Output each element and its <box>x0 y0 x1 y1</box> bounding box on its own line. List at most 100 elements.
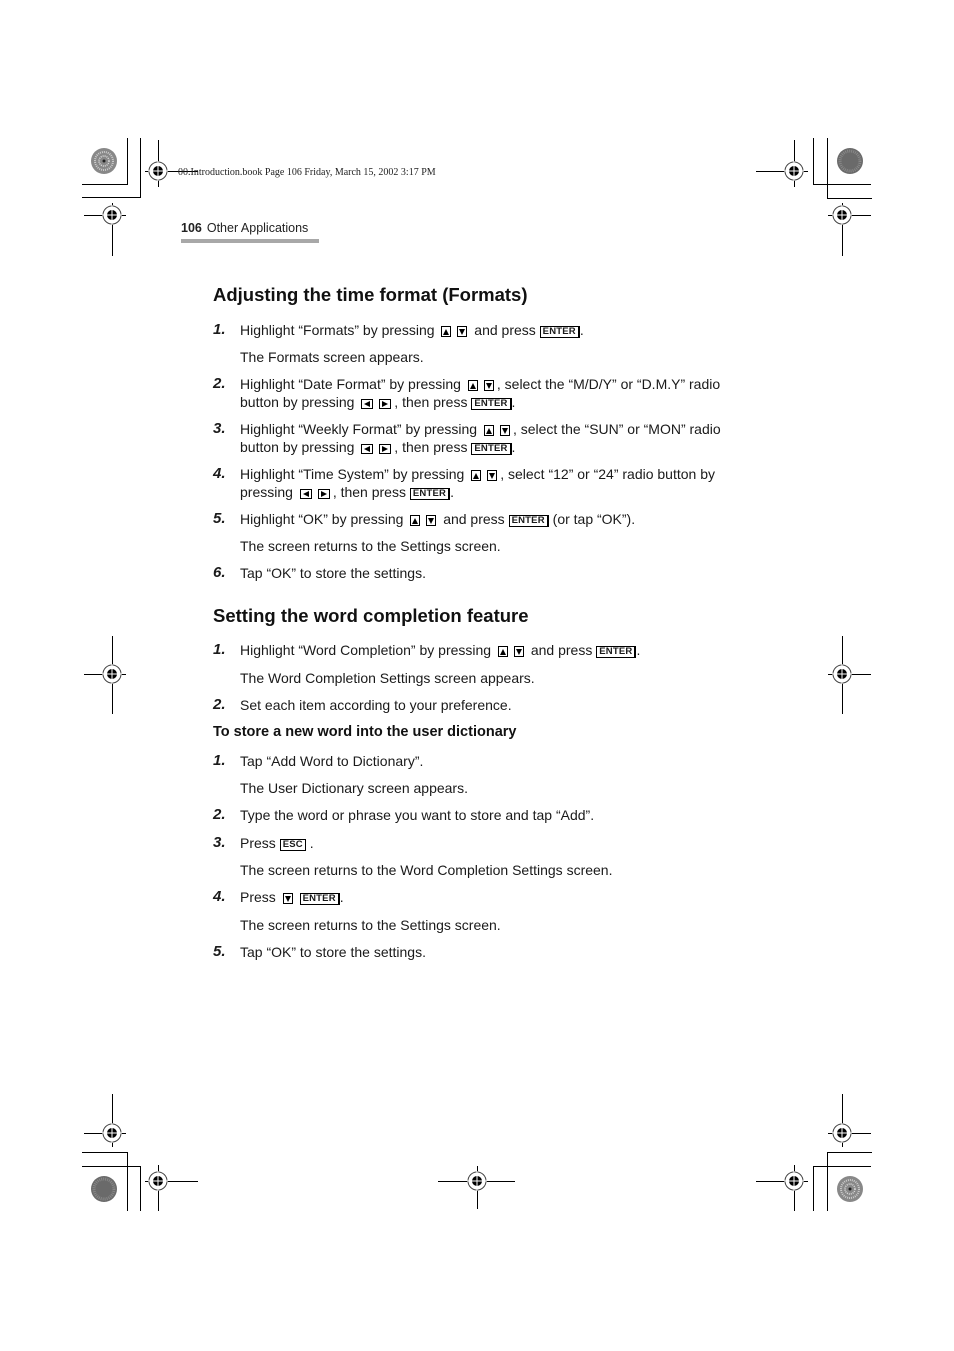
step-number: 3. <box>213 834 226 851</box>
step-number: 5. <box>213 510 226 527</box>
step: 3. Highlight “Weekly Format” by pressing… <box>213 420 753 456</box>
down-arrow-key-icon <box>487 470 498 481</box>
step: 1. Highlight “Formats” by pressing and p… <box>213 321 753 339</box>
up-arrow-key-icon <box>483 425 494 436</box>
crop-mark-line <box>813 1166 871 1167</box>
registration-mark-icon <box>784 1171 804 1191</box>
step-number: 2. <box>213 375 226 392</box>
registration-mark-icon <box>832 664 852 684</box>
step-text: Highlight “Formats” by pressing and pres… <box>240 322 584 338</box>
color-rosette-icon <box>836 1175 864 1203</box>
crop-mark-line <box>813 138 814 185</box>
esc-key-icon: ESC <box>279 839 306 851</box>
crop-mark-line <box>82 1152 128 1153</box>
registration-mark-icon <box>102 1123 122 1143</box>
step: 2. Type the word or phrase you want to s… <box>213 806 753 824</box>
step-number: 2. <box>213 806 226 823</box>
step-note: The Formats screen appears. <box>240 349 424 365</box>
step: 1. Highlight “Word Completion” by pressi… <box>213 641 753 659</box>
step-text: Tap “OK” to store the settings. <box>240 565 426 581</box>
down-arrow-key-icon <box>426 515 437 526</box>
section-name: Other Applications <box>206 221 309 235</box>
step-note: The screen returns to the Settings scree… <box>240 538 501 554</box>
right-arrow-key-icon <box>379 399 392 409</box>
section-heading-word-completion: Setting the word completion feature <box>213 605 529 626</box>
step-text: Highlight “OK” by pressing and press ENT… <box>240 511 636 527</box>
header-rule <box>181 239 319 243</box>
step-number: 1. <box>213 752 226 769</box>
step: 4. Highlight “Time System” by pressing ,… <box>213 465 753 501</box>
enter-key-icon: ENTER <box>409 488 451 500</box>
step-text: Set each item according to your preferen… <box>240 697 512 713</box>
crop-mark-line <box>82 1166 141 1167</box>
down-arrow-key-icon <box>282 893 293 904</box>
subsection-heading: To store a new word into the user dictio… <box>213 724 517 740</box>
step-number: 1. <box>213 641 226 658</box>
registration-mark-icon <box>102 664 122 684</box>
registration-mark-icon <box>784 161 804 181</box>
step-number: 4. <box>213 888 226 905</box>
step: 2. Highlight “Date Format” by pressing ,… <box>213 375 753 411</box>
enter-key-icon: ENTER <box>471 398 512 410</box>
color-rosette-icon <box>836 147 864 175</box>
step: 1. Tap “Add Word to Dictionary”. <box>213 752 753 770</box>
step-number: 4. <box>213 465 226 482</box>
color-rosette-icon <box>90 1175 118 1203</box>
step-text: Type the word or phrase you want to stor… <box>240 807 595 823</box>
up-arrow-key-icon <box>410 515 421 526</box>
left-arrow-key-icon <box>299 489 312 499</box>
step: 5. Tap “OK” to store the settings. <box>213 943 753 961</box>
crop-mark-line <box>827 1152 872 1153</box>
step-text: Press ESC . <box>240 835 314 851</box>
enter-key-icon: ENTER <box>508 515 549 527</box>
up-arrow-key-icon <box>441 326 452 337</box>
enter-key-icon: ENTER <box>471 443 512 455</box>
enter-key-icon: ENTER <box>596 646 637 658</box>
up-arrow-key-icon <box>497 646 508 657</box>
crop-mark-line <box>82 197 141 198</box>
step-number: 1. <box>213 321 226 338</box>
step-note: The Word Completion Settings screen appe… <box>240 670 535 686</box>
step: 6. Tap “OK” to store the settings. <box>213 564 753 582</box>
step-note: The screen returns to the Settings scree… <box>240 917 501 933</box>
color-rosette-icon <box>90 147 118 175</box>
crop-mark-line <box>140 138 141 198</box>
step-number: 6. <box>213 564 226 581</box>
crop-mark-line <box>827 138 828 199</box>
crop-mark-line <box>127 1152 128 1211</box>
up-arrow-key-icon <box>467 380 478 391</box>
right-arrow-key-icon <box>379 444 392 454</box>
crop-mark-line <box>813 1166 814 1211</box>
crop-mark-line <box>827 198 872 199</box>
down-arrow-key-icon <box>457 326 468 337</box>
section-heading-formats: Adjusting the time format (Formats) <box>213 284 528 305</box>
step: 4. Press ENTER. <box>213 888 753 906</box>
registration-mark-icon <box>148 161 168 181</box>
right-arrow-key-icon <box>317 489 330 499</box>
step: 3. Press ESC . <box>213 834 753 852</box>
left-arrow-key-icon <box>361 399 374 409</box>
step-text: Highlight “Time System” by pressing , se… <box>240 466 715 500</box>
registration-mark-icon <box>832 205 852 225</box>
step-number: 3. <box>213 420 226 437</box>
crop-mark-line <box>813 184 871 185</box>
step-note: The screen returns to the Word Completio… <box>240 862 613 878</box>
step-text: Highlight “Word Completion” by pressing … <box>240 642 641 658</box>
step-text: Press ENTER. <box>240 889 344 905</box>
step-number: 2. <box>213 696 226 713</box>
step-number: 5. <box>213 943 226 960</box>
print-slug: 00.Introduction.book Page 106 Friday, Ma… <box>178 167 436 178</box>
step-text: Tap “Add Word to Dictionary”. <box>240 753 424 769</box>
registration-mark-icon <box>148 1171 168 1191</box>
page-number: 106 <box>181 221 202 235</box>
registration-mark-icon <box>832 1123 852 1143</box>
step: 2. Set each item according to your prefe… <box>213 696 753 714</box>
step-text: Tap “OK” to store the settings. <box>240 944 426 960</box>
registration-mark-icon <box>467 1171 487 1191</box>
crop-mark-line <box>827 1152 828 1211</box>
crop-mark-line <box>127 138 128 185</box>
step-text: Highlight “Weekly Format” by pressing , … <box>240 421 721 455</box>
crop-mark-line <box>140 1166 141 1211</box>
step-note: The User Dictionary screen appears. <box>240 780 468 796</box>
running-head: 106 Other Applications <box>181 221 308 235</box>
